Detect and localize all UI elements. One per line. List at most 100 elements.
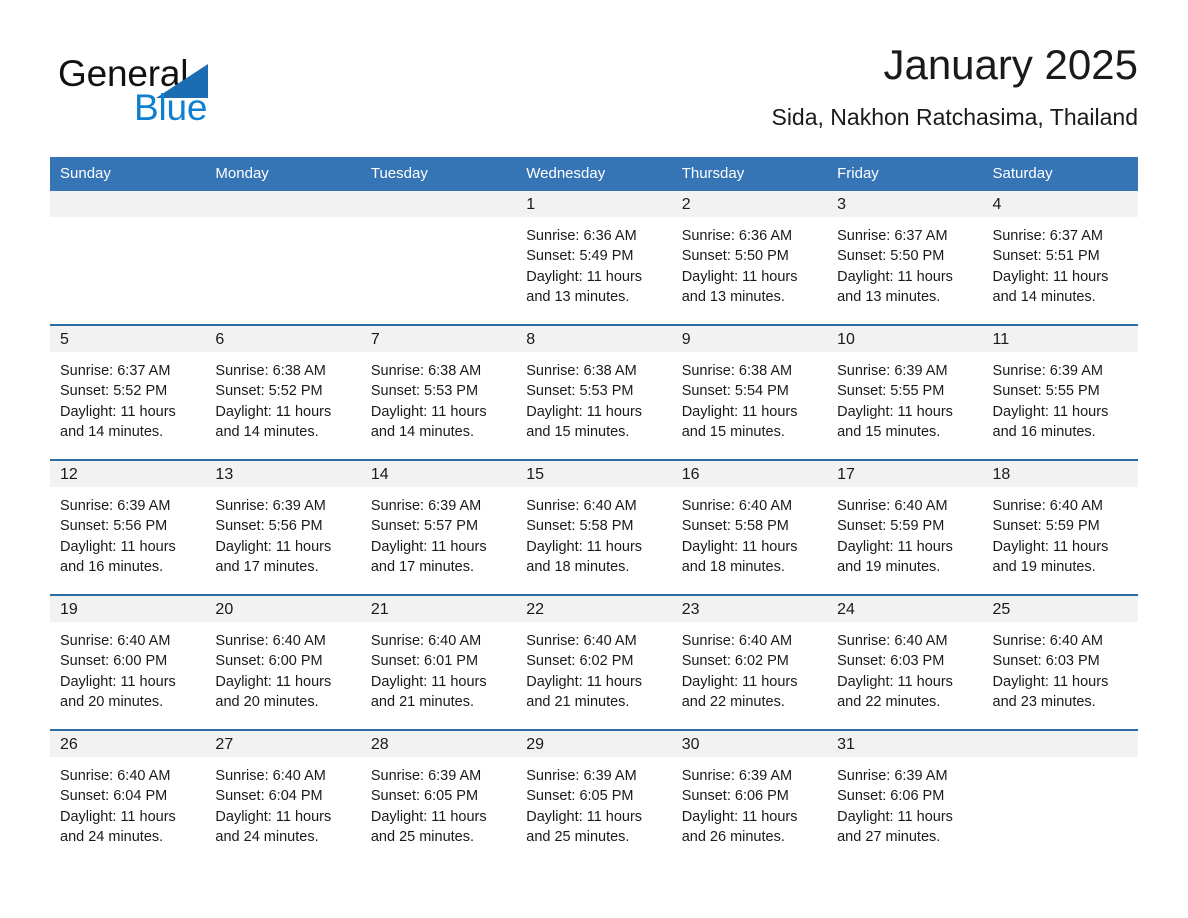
day-cell[interactable]: 9 Sunrise: 6:38 AM Sunset: 5:54 PM Daylight… [671, 324, 828, 460]
day-cell[interactable]: 3 Sunrise: 6:37 AM Sunset: 5:50 PM Daylight… [827, 191, 983, 325]
day-details: Sunrise: 6:40 AM Sunset: 6:02 PM Daylight:… [516, 622, 671, 713]
day-details: Sunrise: 6:39 AM Sunset: 5:57 PM Daylight:… [361, 487, 516, 578]
day-details: Sunrise: 6:39 AM Sunset: 6:06 PM Daylight:… [827, 757, 982, 848]
day-number: 23 [671, 596, 828, 622]
sunset-text: Sunset: 5:56 PM [215, 518, 323, 535]
daylight-text-cont: and 23 minutes. [992, 694, 1096, 711]
sunrise-text: Sunrise: 6:40 AM [526, 633, 637, 649]
day-cell[interactable]: 11 Sunrise: 6:39 AM Sunset: 5:55 PM Dayligh… [982, 324, 1138, 460]
sunrise-text: Sunrise: 6:40 AM [60, 768, 171, 784]
day-details: Sunrise: 6:40 AM Sunset: 5:59 PM Daylight:… [827, 487, 982, 578]
sunrise-text: Sunrise: 6:39 AM [215, 498, 326, 514]
daylight-text: Daylight: 11 hours [526, 403, 643, 420]
weekday-header-monday: Monday [205, 157, 361, 191]
weekday-header-thursday: Thursday [671, 157, 828, 191]
weekday-header-saturday: Saturday [982, 157, 1138, 191]
sunset-text: Sunset: 6:02 PM [681, 653, 789, 670]
day-cell[interactable]: 15 Sunrise: 6:40 AM Sunset: 5:58 PM Dayligh… [516, 459, 672, 595]
day-cell[interactable]: 13 Sunrise: 6:39 AM Sunset: 5:56 PM Dayligh… [205, 459, 361, 595]
generalblue-logo[interactable]: General Blue [58, 52, 288, 128]
week-row: 19 Sunrise: 6:40 AM Sunset: 6:00 PM Dayligh… [50, 594, 1138, 730]
sunrise-text: Sunrise: 6:38 AM [370, 363, 482, 379]
daylight-text: Daylight: 11 hours [992, 268, 1109, 285]
calendar-page: General Blue January 2025 Sida, Nakhon R… [0, 0, 1188, 918]
day-cell[interactable]: 22 Sunrise: 6:40 AM Sunset: 6:02 PM Dayligh… [516, 594, 672, 730]
day-cell[interactable]: 7 Sunrise: 6:38 AM Sunset: 5:53 PM Daylight… [360, 324, 517, 460]
sunset-text: Sunset: 5:55 PM [837, 383, 945, 400]
day-details: Sunrise: 6:38 AM Sunset: 5:54 PM Daylight:… [672, 352, 827, 443]
day-details: Sunrise: 6:39 AM Sunset: 6:05 PM Daylight:… [516, 757, 671, 848]
day-cell[interactable]: 17 Sunrise: 6:40 AM Sunset: 5:59 PM Dayligh… [827, 459, 983, 595]
calendar-body: 1 Sunrise: 6:36 AM Sunset: 5:49 PM Daylight… [50, 191, 1138, 864]
sunset-text: Sunset: 6:05 PM [526, 788, 634, 805]
daylight-text: Daylight: 11 hours [681, 538, 798, 555]
daylight-text-cont: and 17 minutes. [215, 559, 319, 576]
day-cell[interactable]: 21 Sunrise: 6:40 AM Sunset: 6:01 PM Dayligh… [360, 594, 517, 730]
sunrise-text: Sunrise: 6:37 AM [60, 363, 171, 379]
sunset-text: Sunset: 5:59 PM [992, 518, 1100, 535]
day-cell[interactable]: 16 Sunrise: 6:40 AM Sunset: 5:58 PM Dayligh… [671, 459, 828, 595]
sunset-text: Sunset: 5:58 PM [681, 518, 789, 535]
daylight-text: Daylight: 11 hours [681, 808, 798, 825]
day-cell[interactable]: 29 Sunrise: 6:39 AM Sunset: 6:05 PM Dayligh… [516, 729, 672, 864]
day-cell[interactable]: 5 Sunrise: 6:37 AM Sunset: 5:52 PM Daylight… [50, 324, 206, 460]
day-cell[interactable]: 4 Sunrise: 6:37 AM Sunset: 5:51 PM Daylight… [982, 191, 1138, 325]
day-cell[interactable] [982, 729, 1138, 864]
day-number: 6 [205, 326, 361, 352]
calendar-container: Sunday Monday Tuesday Wednesday Thursday… [50, 157, 1138, 864]
day-details: Sunrise: 6:37 AM Sunset: 5:51 PM Daylight:… [983, 217, 1138, 308]
day-cell[interactable] [205, 191, 361, 325]
day-cell[interactable] [50, 191, 206, 325]
day-cell[interactable]: 8 Sunrise: 6:38 AM Sunset: 5:53 PM Daylight… [516, 324, 672, 460]
day-cell[interactable] [360, 191, 517, 325]
day-details: Sunrise: 6:40 AM Sunset: 6:02 PM Daylight:… [672, 622, 827, 713]
daylight-text-cont: and 17 minutes. [370, 559, 475, 576]
daylight-text: Daylight: 11 hours [60, 808, 176, 825]
sunset-text: Sunset: 6:05 PM [370, 788, 479, 805]
sunset-text: Sunset: 5:50 PM [837, 248, 945, 265]
daylight-text: Daylight: 11 hours [215, 808, 332, 825]
sunset-text: Sunset: 5:52 PM [60, 383, 168, 400]
day-details: Sunrise: 6:39 AM Sunset: 5:56 PM Daylight:… [205, 487, 360, 578]
day-cell[interactable]: 27 Sunrise: 6:40 AM Sunset: 6:04 PM Dayligh… [205, 729, 361, 864]
day-cell[interactable]: 28 Sunrise: 6:39 AM Sunset: 6:05 PM Dayligh… [360, 729, 517, 864]
daylight-text: Daylight: 11 hours [837, 673, 953, 690]
daylight-text: Daylight: 11 hours [215, 673, 332, 690]
day-details: Sunrise: 6:38 AM Sunset: 5:52 PM Daylight:… [205, 352, 360, 443]
day-cell[interactable]: 6 Sunrise: 6:38 AM Sunset: 5:52 PM Daylight… [205, 324, 361, 460]
sunrise-text: Sunrise: 6:38 AM [526, 363, 637, 379]
day-details: Sunrise: 6:40 AM Sunset: 6:00 PM Daylight:… [205, 622, 360, 713]
day-details: Sunrise: 6:40 AM Sunset: 6:04 PM Daylight:… [50, 757, 205, 848]
day-cell[interactable]: 1 Sunrise: 6:36 AM Sunset: 5:49 PM Daylight… [516, 191, 672, 325]
day-cell[interactable]: 19 Sunrise: 6:40 AM Sunset: 6:00 PM Dayligh… [50, 594, 206, 730]
day-details: Sunrise: 6:36 AM Sunset: 5:50 PM Daylight:… [672, 217, 827, 308]
day-cell[interactable]: 10 Sunrise: 6:39 AM Sunset: 5:55 PM Dayligh… [827, 324, 983, 460]
day-number: 8 [516, 326, 672, 352]
weekday-header-tuesday: Tuesday [360, 157, 517, 191]
day-cell[interactable]: 2 Sunrise: 6:36 AM Sunset: 5:50 PM Daylight… [671, 191, 828, 325]
day-cell[interactable]: 23 Sunrise: 6:40 AM Sunset: 6:02 PM Dayligh… [671, 594, 828, 730]
daylight-text-cont: and 22 minutes. [837, 694, 941, 711]
daylight-text-cont: and 16 minutes. [992, 424, 1096, 441]
sunrise-text: Sunrise: 6:38 AM [215, 363, 326, 379]
day-number: 30 [671, 731, 828, 757]
day-cell[interactable]: 12 Sunrise: 6:39 AM Sunset: 5:56 PM Dayligh… [50, 459, 206, 595]
day-cell[interactable]: 31 Sunrise: 6:39 AM Sunset: 6:06 PM Dayligh… [827, 729, 983, 864]
day-number: 24 [827, 596, 983, 622]
day-number: 11 [982, 326, 1138, 352]
page-header: General Blue January 2025 Sida, Nakhon R… [50, 40, 1138, 140]
day-cell[interactable]: 25 Sunrise: 6:40 AM Sunset: 6:03 PM Dayligh… [982, 594, 1138, 730]
day-cell[interactable]: 26 Sunrise: 6:40 AM Sunset: 6:04 PM Dayligh… [50, 729, 206, 864]
daylight-text-cont: and 19 minutes. [992, 559, 1096, 576]
day-cell[interactable]: 18 Sunrise: 6:40 AM Sunset: 5:59 PM Dayligh… [982, 459, 1138, 595]
weekday-header-friday: Friday [827, 157, 983, 191]
daylight-text: Daylight: 11 hours [60, 673, 176, 690]
daylight-text-cont: and 26 minutes. [681, 829, 785, 846]
sunrise-text: Sunrise: 6:39 AM [60, 498, 171, 514]
day-cell[interactable]: 24 Sunrise: 6:40 AM Sunset: 6:03 PM Dayligh… [827, 594, 983, 730]
daylight-text-cont: and 15 minutes. [837, 424, 941, 441]
day-cell[interactable]: 30 Sunrise: 6:39 AM Sunset: 6:06 PM Dayligh… [671, 729, 828, 864]
day-cell[interactable]: 20 Sunrise: 6:40 AM Sunset: 6:00 PM Dayligh… [205, 594, 361, 730]
day-cell[interactable]: 14 Sunrise: 6:39 AM Sunset: 5:57 PM Dayligh… [360, 459, 517, 595]
daylight-text: Daylight: 11 hours [681, 673, 798, 690]
